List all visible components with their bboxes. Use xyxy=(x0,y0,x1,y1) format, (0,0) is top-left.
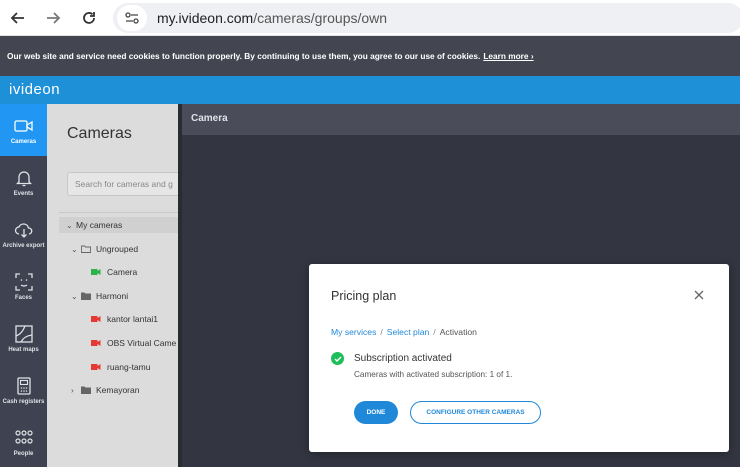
pricing-plan-dialog: Pricing plan My services / Select plan / Act… xyxy=(309,264,729,452)
logo[interactable]: ivideon xyxy=(9,81,60,98)
sidebar-item-cameras[interactable]: Cameras xyxy=(0,104,47,156)
arrow-left-icon xyxy=(10,12,24,24)
arrow-right-icon xyxy=(47,12,61,24)
tree-item-label: My cameras xyxy=(76,220,123,230)
folder-icon xyxy=(81,386,91,394)
folder-icon xyxy=(81,292,91,300)
sidebar-item-events[interactable]: Events xyxy=(0,156,47,208)
site-settings-icon[interactable] xyxy=(117,5,147,31)
cash-register-icon xyxy=(16,376,31,395)
app-header: ivideon xyxy=(0,76,740,104)
configure-other-cameras-button[interactable]: CONFIGURE OTHER CAMERAS xyxy=(410,401,541,424)
sidebar-item-faces[interactable]: Faces xyxy=(0,260,47,312)
face-icon xyxy=(14,272,33,291)
camera-offline-icon xyxy=(91,340,101,346)
tree-item-label: kantor lantai1 xyxy=(107,314,159,324)
sidebar-item-heat-maps[interactable]: Heat maps xyxy=(0,312,47,364)
cookie-banner: Our web site and service need cookies to… xyxy=(0,36,740,76)
tree-item-ruang-tamu[interactable]: ruang-tamu xyxy=(91,359,150,375)
sidebar-item-label: People xyxy=(13,450,34,457)
chevron-down-icon: ⌄ xyxy=(71,291,78,301)
bell-icon xyxy=(15,170,32,186)
sidebar-item-label: Cameras xyxy=(10,138,37,145)
dialog-title: Pricing plan xyxy=(331,289,397,303)
tree-item-label: Harmoni xyxy=(96,291,129,301)
people-icon xyxy=(14,429,33,444)
breadcrumb-activation: Activation xyxy=(439,327,477,337)
chevron-down-icon: ⌄ xyxy=(71,244,78,254)
browser-toolbar: my.ivideon.com/cameras/groups/own xyxy=(0,0,740,36)
sidebar-item-label: Faces xyxy=(14,294,32,301)
tree-item-label: Kemayoran xyxy=(96,385,140,395)
tree-item-ungrouped[interactable]: ⌄ Ungrouped xyxy=(71,241,138,257)
status-subtitle: Cameras with activated subscription: 1 o… xyxy=(354,370,513,379)
tree-item-camera[interactable]: Camera xyxy=(91,264,137,280)
tree-item-kemayoran[interactable]: › Kemayoran xyxy=(71,382,139,398)
success-message: Subscription activated xyxy=(331,352,452,365)
tree-item-kantor-lantai1[interactable]: kantor lantai1 xyxy=(91,311,158,327)
forward-button[interactable] xyxy=(38,3,68,33)
breadcrumb-my-services[interactable]: My services xyxy=(331,327,376,337)
sidebar-item-label: Events xyxy=(13,190,34,197)
divider xyxy=(59,212,183,213)
close-button[interactable] xyxy=(692,288,706,302)
sidebar-item-cash-registers[interactable]: Cash registers xyxy=(0,364,47,416)
status-title: Subscription activated xyxy=(354,353,452,364)
page-title: Cameras xyxy=(67,125,132,142)
cameras-panel: Cameras Search for cameras and g ⌄ My ca… xyxy=(47,104,197,467)
camera-online-icon xyxy=(91,269,101,275)
sidebar: Cameras Events Archive export Faces Heat… xyxy=(0,104,47,467)
chevron-down-icon: ⌄ xyxy=(66,220,73,230)
address-bar[interactable]: my.ivideon.com/cameras/groups/own xyxy=(113,3,740,33)
breadcrumb: My services / Select plan / Activation xyxy=(331,327,477,337)
cloud-download-icon xyxy=(14,222,32,238)
tree-item-obs-virtual-camera[interactable]: OBS Virtual Came xyxy=(91,335,176,351)
learn-more-link[interactable]: Learn more › xyxy=(483,51,533,61)
heatmap-icon xyxy=(14,324,33,343)
sidebar-item-people[interactable]: People xyxy=(0,416,47,467)
reload-icon xyxy=(83,12,95,24)
sidebar-item-label: Cash registers xyxy=(2,398,45,405)
done-button[interactable]: DONE xyxy=(354,401,398,424)
folder-open-icon xyxy=(81,245,91,253)
sidebar-item-label: Heat maps xyxy=(8,346,39,353)
tree-item-label: ruang-tamu xyxy=(107,362,151,372)
camera-offline-icon xyxy=(91,364,101,370)
sidebar-item-archive-export[interactable]: Archive export xyxy=(0,208,47,260)
tree-item-harmoni[interactable]: ⌄ Harmoni xyxy=(71,288,128,304)
check-circle-icon xyxy=(331,352,344,365)
camera-offline-icon xyxy=(91,316,101,322)
tree-item-label: Camera xyxy=(107,267,138,277)
back-button[interactable] xyxy=(3,3,33,33)
tree-item-label: OBS Virtual Came xyxy=(107,338,177,348)
url-text: my.ivideon.com/cameras/groups/own xyxy=(157,10,388,26)
close-icon xyxy=(694,290,704,300)
tree-item-my-cameras[interactable]: ⌄ My cameras xyxy=(59,217,183,233)
breadcrumb-select-plan[interactable]: Select plan xyxy=(387,327,430,337)
tree-item-label: Ungrouped xyxy=(96,244,139,254)
camera-view-header: Camera xyxy=(182,104,740,135)
cookie-text: Our web site and service need cookies to… xyxy=(7,51,481,61)
reload-button[interactable] xyxy=(74,3,104,33)
chevron-right-icon: › xyxy=(71,385,74,395)
camera-icon xyxy=(13,119,33,132)
sidebar-item-label: Archive export xyxy=(2,242,45,249)
